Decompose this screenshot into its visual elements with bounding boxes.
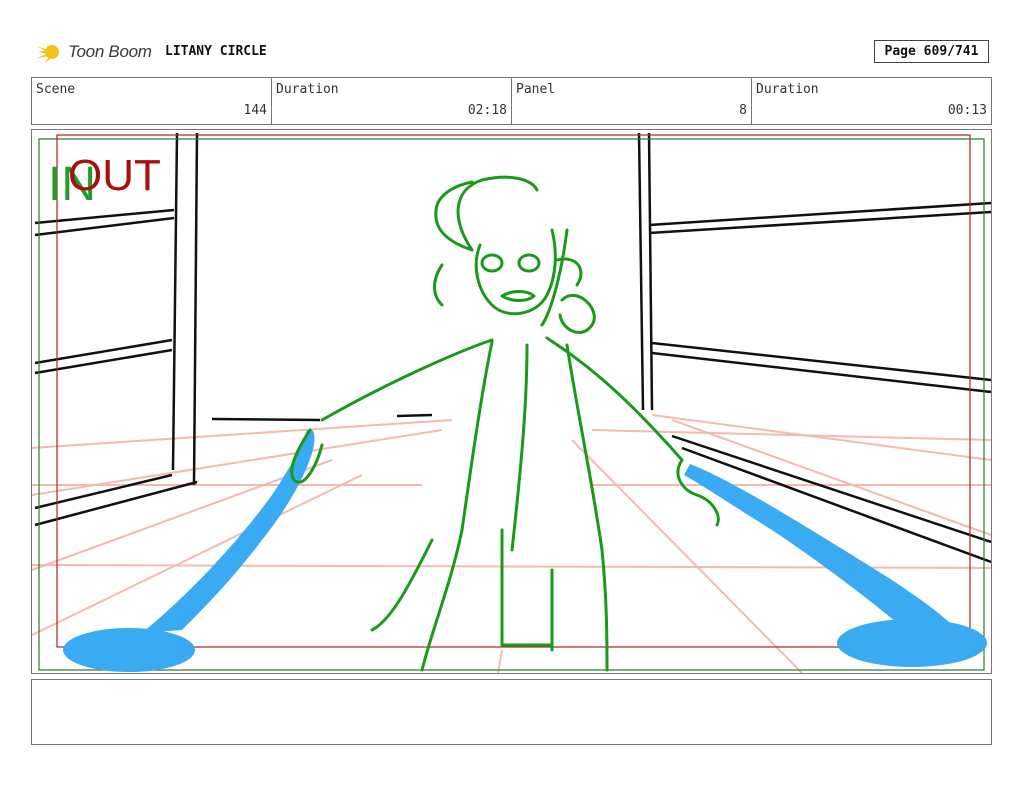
safe-frame-outer: [38, 138, 985, 671]
out-marker: OUT: [68, 151, 161, 200]
panel-duration-value: 00:13: [947, 103, 987, 118]
wall-lines: [34, 132, 991, 564]
panel-notes-box[interactable]: [31, 679, 992, 745]
scene-duration-value: 02:18: [467, 103, 507, 118]
project-title: LITANY CIRCLE: [165, 44, 267, 59]
storyboard-panel: IN OUT: [31, 129, 992, 674]
panel-info-row: Scene 144 Duration 02:18 Panel 8 Duratio…: [31, 77, 992, 125]
logo-wordmark: Toon Boom: [68, 42, 152, 61]
scene-label: Scene: [36, 82, 76, 97]
panel-cell: Panel 8: [512, 78, 752, 124]
panel-value: 8: [739, 103, 747, 118]
scene-value: 144: [243, 103, 267, 118]
page-indicator: Page 609/741: [874, 40, 989, 63]
scene-cell: Scene 144: [32, 78, 272, 124]
character-sketch: [290, 175, 720, 672]
panel-drawing: IN OUT: [32, 132, 991, 673]
panel-label: Panel: [516, 82, 556, 97]
scene-duration-cell: Duration 02:18: [272, 78, 512, 124]
panel-duration-cell: Duration 00:13: [752, 78, 991, 124]
energy-beams: [63, 430, 987, 672]
panel-duration-label: Duration: [756, 82, 819, 97]
scene-duration-label: Duration: [276, 82, 339, 97]
